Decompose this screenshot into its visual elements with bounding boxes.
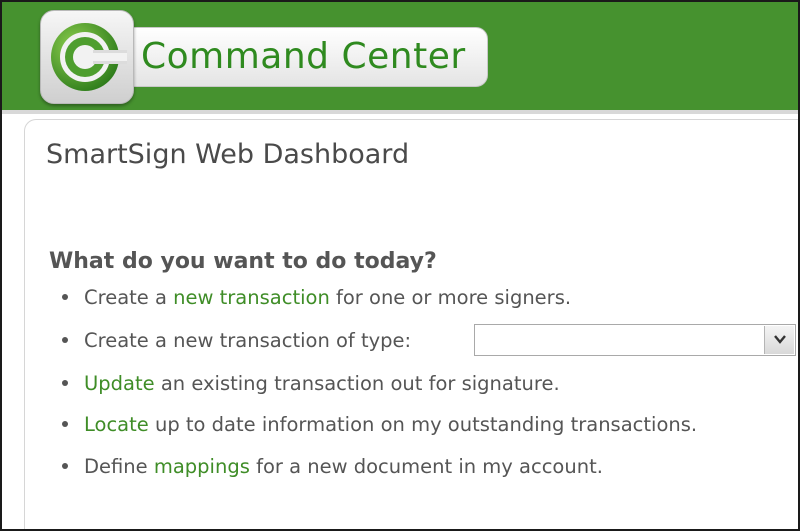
list-item-mappings: Define mappings for a new document in my… [62,453,603,481]
option-text-pre: Define [84,455,154,478]
bullet-icon [62,293,68,300]
bullet-icon [62,420,68,427]
select-dropdown-button[interactable] [764,326,794,354]
list-item-update: Update an existing transaction out for s… [62,370,560,398]
command-center-logo-icon [40,10,134,104]
mappings-link[interactable]: mappings [154,455,250,478]
update-link[interactable]: Update [84,372,155,395]
bullet-icon [62,336,68,343]
list-item-new-transaction: Create a new transaction for one or more… [62,284,571,312]
bullet-icon [62,462,68,469]
task-prompt-heading: What do you want to do today? [49,249,437,274]
list-item-transaction-type: Create a new transaction of type: [62,327,411,355]
option-text-pre: Create a [84,286,174,309]
page-title: SmartSign Web Dashboard [46,139,410,170]
transaction-type-select[interactable] [474,324,796,356]
brand-name: Command Center [141,36,466,77]
brand-banner: Command Center [114,27,488,87]
c-logo-icon [51,23,127,91]
bullet-icon [62,379,68,386]
locate-link[interactable]: Locate [84,413,149,436]
option-text-post: up to date information on my outstanding… [148,413,698,436]
header-divider [2,110,798,114]
list-item-locate: Locate up to date information on my outs… [62,411,697,439]
new-transaction-link[interactable]: new transaction [173,286,330,309]
option-text-post: for a new document in my account. [249,455,603,478]
chevron-down-icon [774,335,786,344]
option-text-post: an existing transaction out for signatur… [154,372,560,395]
app-frame: Command Center SmartSign Web Dashboard W… [0,0,800,531]
option-text-post: for one or more signers. [329,286,572,309]
transaction-type-label: Create a new transaction of type: [84,329,412,352]
